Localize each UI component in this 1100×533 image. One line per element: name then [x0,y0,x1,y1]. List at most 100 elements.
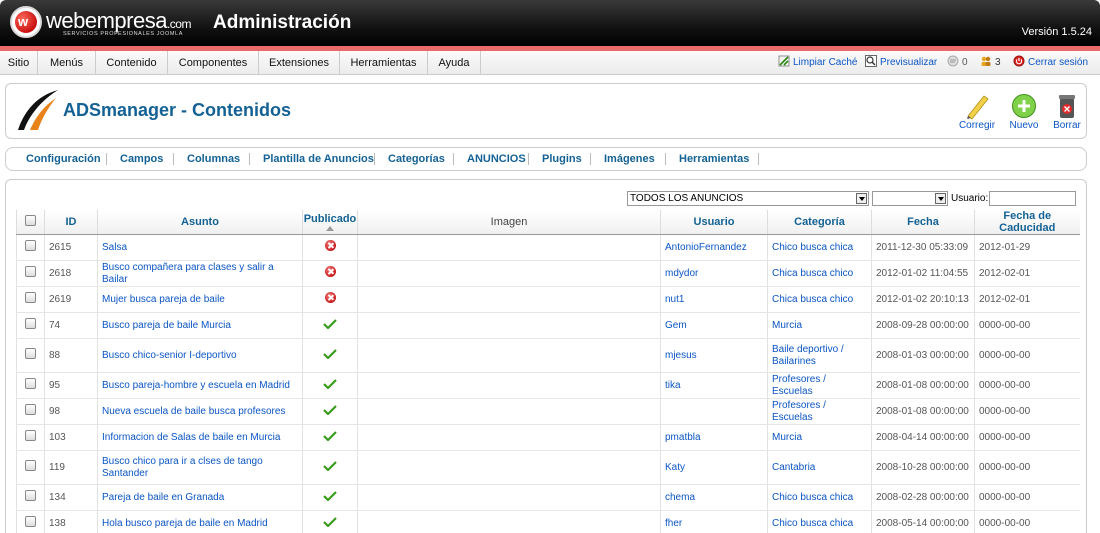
submenu-divider [249,153,250,165]
menu-ayuda[interactable]: Ayuda [428,51,481,75]
row-subject-link[interactable]: Busco chico-senior I-deportivo [97,338,303,373]
row-user[interactable]: fher [660,510,768,533]
submenu-campos[interactable]: Campos [120,148,163,170]
row-published-toggle[interactable] [302,234,358,261]
row-select-cell [16,398,45,425]
row-user[interactable]: chema [660,484,768,511]
row-category[interactable]: Chico busca chica [767,234,872,261]
row-checkbox[interactable] [25,516,36,527]
submenu-configuracion[interactable]: Configuración [26,148,101,170]
row-checkbox[interactable] [25,292,36,303]
row-category[interactable]: Cantabria [767,450,872,485]
row-category[interactable]: Chica busca chico [767,260,872,287]
row-category[interactable]: Murcia [767,424,872,451]
menu-sitio[interactable]: Sitio [0,51,38,75]
row-subject-link[interactable]: Informacion de Salas de baile en Murcia [97,424,303,451]
submenu-anuncios[interactable]: ANUNCIOS [467,148,526,170]
row-checkbox[interactable] [25,266,36,277]
delete-button[interactable]: Borrar [1047,90,1087,134]
column-header-id[interactable]: ID [44,210,98,235]
row-checkbox[interactable] [25,348,36,359]
column-header-user[interactable]: Usuario [660,210,768,235]
row-published-toggle[interactable] [302,450,358,485]
plus-circle-icon [1012,94,1036,118]
menu-herramientas[interactable]: Herramientas [340,51,428,75]
messages-count[interactable]: 0 [947,51,968,75]
page-title: ADSmanager - Contenidos [63,100,292,120]
row-category[interactable]: Chica busca chico [767,286,872,313]
user-filter-input[interactable] [989,191,1076,206]
row-category[interactable]: Baile deportivo / Bailarines [767,338,872,373]
row-subject-link[interactable]: Busco pareja-hombre y escuela en Madrid [97,372,303,399]
column-header-published[interactable]: Publicado [302,210,358,235]
new-button[interactable]: Nuevo [1004,90,1044,134]
row-user[interactable]: Gem [660,312,768,339]
row-checkbox[interactable] [25,240,36,251]
admin-header: w webempresa.com SERVICIOS PROFESIONALES… [0,0,1100,46]
submenu-plugins[interactable]: Plugins [542,148,582,170]
row-user[interactable]: mjesus [660,338,768,373]
select-all-checkbox[interactable] [25,215,36,226]
row-checkbox[interactable] [25,378,36,389]
row-subject-link[interactable]: Hola busco pareja de baile en Madrid [97,510,303,533]
submenu-columnas[interactable]: Columnas [187,148,240,170]
submenu-categorias[interactable]: Categorías [388,148,445,170]
row-user[interactable] [660,398,768,425]
admin-title: Administración [213,12,352,33]
users-online-count[interactable]: 3 [980,51,1001,75]
row-user[interactable]: mdydor [660,260,768,287]
menu-contenido[interactable]: Contenido [96,51,168,75]
preview-link[interactable]: Previsualizar [865,51,937,75]
row-subject-link[interactable]: Mujer busca pareja de baile [97,286,303,313]
row-subject-link[interactable]: Busco chico para ir a clses de tango San… [97,450,303,485]
row-user[interactable]: nut1 [660,286,768,313]
clear-cache-link[interactable]: Limpiar Caché [778,51,857,75]
submenu-herramientas[interactable]: Herramientas [679,148,749,170]
column-header-date[interactable]: Fecha [871,210,975,235]
secondary-filter-select[interactable] [872,191,948,206]
row-published-toggle[interactable] [302,260,358,287]
row-checkbox[interactable] [25,490,36,501]
menu-extensiones[interactable]: Extensiones [259,51,340,75]
menu-componentes[interactable]: Componentes [168,51,259,75]
row-published-toggle[interactable] [302,424,358,451]
row-checkbox[interactable] [25,430,36,441]
row-checkbox[interactable] [25,460,36,471]
row-category[interactable]: Profesores / Escuelas [767,372,872,399]
row-image-cell [357,450,661,485]
row-subject-link[interactable]: Nueva escuela de baile busca profesores [97,398,303,425]
submenu-plantilla[interactable]: Plantilla de Anuncios [263,148,374,170]
row-user[interactable]: tika [660,372,768,399]
row-subject-link[interactable]: Busco compañera para clases y salir a Ba… [97,260,303,287]
row-category[interactable]: Chico busca chica [767,510,872,533]
logout-link[interactable]: Cerrar sesión [1013,51,1088,75]
column-header-subject[interactable]: Asunto [97,210,303,235]
column-header-expiry[interactable]: Fecha de Caducidad [974,210,1080,235]
row-checkbox[interactable] [25,404,36,415]
row-user[interactable]: AntonioFernandez [660,234,768,261]
row-image-cell [357,234,661,261]
row-subject-link[interactable]: Pareja de baile en Granada [97,484,303,511]
row-category[interactable]: Profesores / Escuelas [767,398,872,425]
row-published-toggle[interactable] [302,510,358,533]
row-published-toggle[interactable] [302,398,358,425]
row-subject-link[interactable]: Busco pareja de baile Murcia [97,312,303,339]
column-header-category[interactable]: Categoría [767,210,872,235]
row-published-toggle[interactable] [302,338,358,373]
row-published-toggle[interactable] [302,372,358,399]
row-user[interactable]: pmatbla [660,424,768,451]
row-subject-link[interactable]: Salsa [97,234,303,261]
row-published-toggle[interactable] [302,484,358,511]
row-id: 138 [44,510,98,533]
row-published-toggle[interactable] [302,286,358,313]
row-user[interactable]: Katy [660,450,768,485]
ads-filter-select[interactable]: TODOS LOS ANUNCIOS [627,191,869,206]
row-checkbox[interactable] [25,318,36,329]
row-published-toggle[interactable] [302,312,358,339]
row-category[interactable]: Chico busca chica [767,484,872,511]
menu-menus[interactable]: Menús [38,51,96,75]
submenu-imagenes[interactable]: Imágenes [604,148,655,170]
row-category[interactable]: Murcia [767,312,872,339]
edit-button[interactable]: Corregir [957,90,997,134]
row-image-cell [357,286,661,313]
